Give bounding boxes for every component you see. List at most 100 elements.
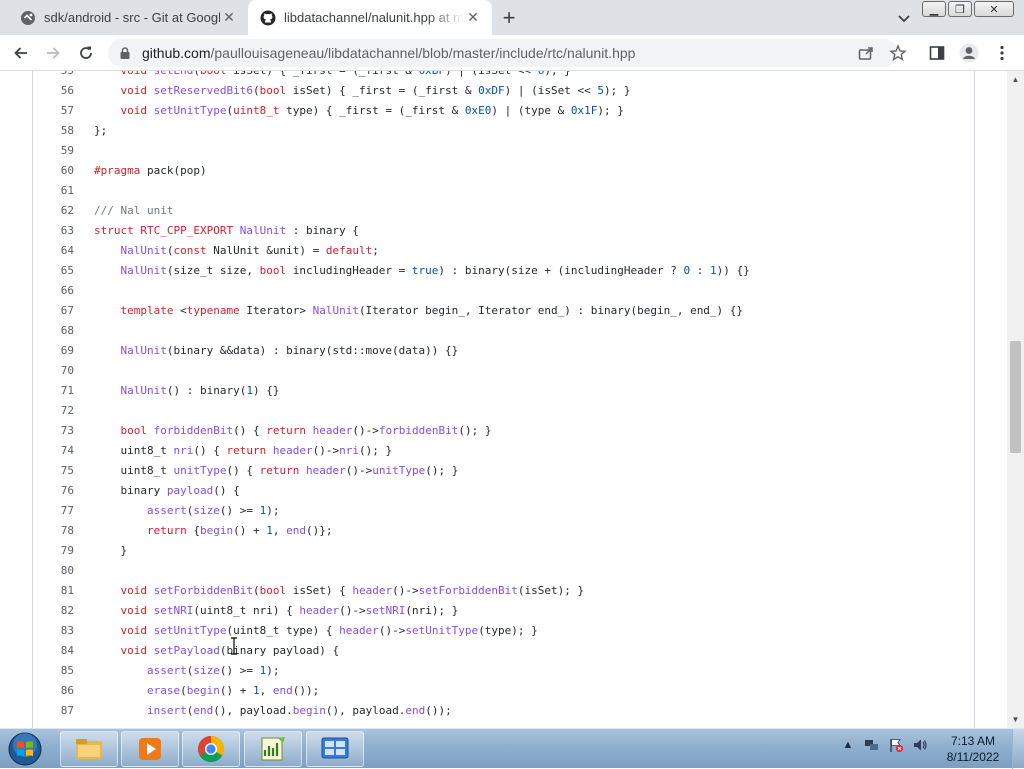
taskbar-explorer-button[interactable] [60, 731, 118, 767]
github-icon [260, 10, 276, 25]
line-number[interactable]: 61 [33, 181, 74, 201]
tab-sdk-android[interactable]: sdk/android - src - Git at Google ✕ [8, 0, 248, 35]
tab-close-icon[interactable]: ✕ [464, 9, 482, 27]
scrollbar-thumb[interactable] [1010, 341, 1021, 453]
line-number[interactable]: 56 [33, 81, 74, 101]
line-number[interactable]: 80 [33, 561, 74, 581]
restore-button[interactable]: ❐ [948, 1, 972, 17]
code-text: uint8_t unitType() { return header()->un… [94, 464, 459, 477]
code-line: 64 NalUnit(const NalUnit &unit) = defaul… [33, 241, 973, 261]
line-number[interactable]: 71 [33, 381, 74, 401]
line-number[interactable]: 65 [33, 261, 74, 281]
line-number[interactable]: 76 [33, 481, 74, 501]
code-text: } [94, 544, 128, 557]
line-number[interactable]: 84 [33, 641, 74, 661]
code-line: 70 [33, 361, 973, 381]
line-number[interactable]: 64 [33, 241, 74, 261]
code-line: 61 [33, 181, 973, 201]
line-number[interactable]: 68 [33, 321, 74, 341]
taskbar-control-panel-button[interactable] [306, 731, 364, 767]
tab-close-icon[interactable]: ✕ [220, 9, 238, 27]
line-number[interactable]: 81 [33, 581, 74, 601]
line-number[interactable]: 79 [33, 541, 74, 561]
line-number[interactable]: 67 [33, 301, 74, 321]
url-text[interactable]: github.com/paullouisageneau/libdatachann… [142, 45, 635, 61]
text-cursor-icon [231, 637, 237, 655]
line-number[interactable]: 73 [33, 421, 74, 441]
minimize-button[interactable]: ▁ [922, 1, 946, 17]
line-number[interactable]: 85 [33, 661, 74, 681]
line-number[interactable]: 87 [33, 701, 74, 721]
address-bar[interactable]: github.com/paullouisageneau/libdatachann… [108, 39, 898, 67]
tab-search-chevron-icon[interactable] [895, 9, 913, 27]
line-number[interactable]: 62 [33, 201, 74, 221]
line-number[interactable]: 82 [33, 601, 74, 621]
scroll-up-arrow-icon[interactable]: ▲ [1007, 71, 1024, 88]
reload-button[interactable] [75, 42, 97, 64]
side-panel-button[interactable] [926, 42, 948, 64]
line-number[interactable]: 72 [33, 401, 74, 421]
code-line: 56 void setReservedBit6(bool isSet) { _f… [33, 81, 973, 101]
code-line: 81 void setForbiddenBit(bool isSet) { he… [33, 581, 973, 601]
line-number[interactable]: 63 [33, 221, 74, 241]
clock-time: 7:13 AM [950, 734, 996, 748]
scroll-down-arrow-icon[interactable]: ▼ [1007, 711, 1024, 728]
code-line: 73 bool forbiddenBit() { return header()… [33, 421, 973, 441]
page-viewport: 54 void setStart(bool isSet) { _first = … [0, 71, 1024, 728]
code-line: 84 void setPayload(binary payload) { [33, 641, 973, 661]
tab-nalunit[interactable]: libdatachannel/nalunit.hpp at master ✕ [248, 0, 492, 35]
side-panel-icon [929, 46, 945, 60]
line-number[interactable]: 59 [33, 141, 74, 161]
reload-icon [80, 46, 92, 59]
new-tab-button[interactable]: + [497, 5, 521, 30]
taskbar-media-player-button[interactable] [121, 731, 179, 767]
code-text: NalUnit() : binary(1) {} [120, 384, 280, 397]
folder-icon [76, 739, 102, 759]
line-number[interactable]: 58 [33, 121, 74, 141]
line-number[interactable]: 57 [33, 101, 74, 121]
code-text: bool forbiddenBit() { return header()->f… [120, 424, 492, 437]
share-button[interactable] [855, 42, 877, 64]
code-line: 77 assert(size() >= 1); [33, 501, 973, 521]
show-hidden-icons-button[interactable]: ▲ [840, 737, 856, 753]
code-line: 69 NalUnit(binary &&data) : binary(std::… [33, 341, 973, 361]
lock-icon[interactable] [118, 46, 132, 60]
browser-menu-button[interactable] [991, 42, 1013, 64]
line-number[interactable]: 74 [33, 441, 74, 461]
line-number[interactable]: 77 [33, 501, 74, 521]
line-number[interactable]: 75 [33, 461, 74, 481]
code-line: 57 void setUnitType(uint8_t type) { _fir… [33, 101, 973, 121]
line-number[interactable]: 70 [33, 361, 74, 381]
star-icon [889, 44, 907, 61]
page-scrollbar[interactable]: ▲ ▼ [1007, 71, 1024, 728]
line-number[interactable]: 66 [33, 281, 74, 301]
line-number[interactable]: 86 [33, 681, 74, 701]
bookmark-star-button[interactable] [887, 42, 909, 64]
share-icon [858, 47, 873, 60]
code-text: insert(end(), payload.begin(), payload.e… [146, 704, 452, 717]
line-number[interactable]: 69 [33, 341, 74, 361]
volume-icon[interactable] [912, 737, 928, 753]
taskbar-notepad-chart-button[interactable] [244, 731, 302, 767]
action-center-flag-icon[interactable] [888, 737, 904, 753]
line-number[interactable]: 55 [33, 71, 74, 81]
line-number[interactable]: 78 [33, 521, 74, 541]
forward-button[interactable] [42, 42, 64, 64]
taskbar-chrome-button[interactable] [182, 731, 240, 767]
clock-date: 8/11/2022 [946, 750, 1000, 764]
network-icon[interactable] [864, 737, 880, 753]
code-text: template <typename Iterator> NalUnit(Ite… [120, 304, 744, 317]
taskbar-clock[interactable]: 7:13 AM 8/11/2022 [938, 733, 1008, 765]
back-button[interactable] [10, 42, 32, 64]
control-panel-icon [321, 737, 349, 759]
show-desktop-button[interactable] [1012, 729, 1024, 769]
line-number[interactable]: 60 [33, 161, 74, 181]
close-window-button[interactable]: ✕ [974, 1, 1014, 17]
start-button-icon[interactable] [5, 731, 45, 767]
code-line: 67 template <typename Iterator> NalUnit(… [33, 301, 973, 321]
system-tray: ▲ [840, 737, 928, 753]
line-number[interactable]: 83 [33, 621, 74, 641]
profile-button[interactable] [958, 42, 980, 64]
code-line: 75 uint8_t unitType() { return header()-… [33, 461, 973, 481]
code-line: 62 /// Nal unit [33, 201, 973, 221]
